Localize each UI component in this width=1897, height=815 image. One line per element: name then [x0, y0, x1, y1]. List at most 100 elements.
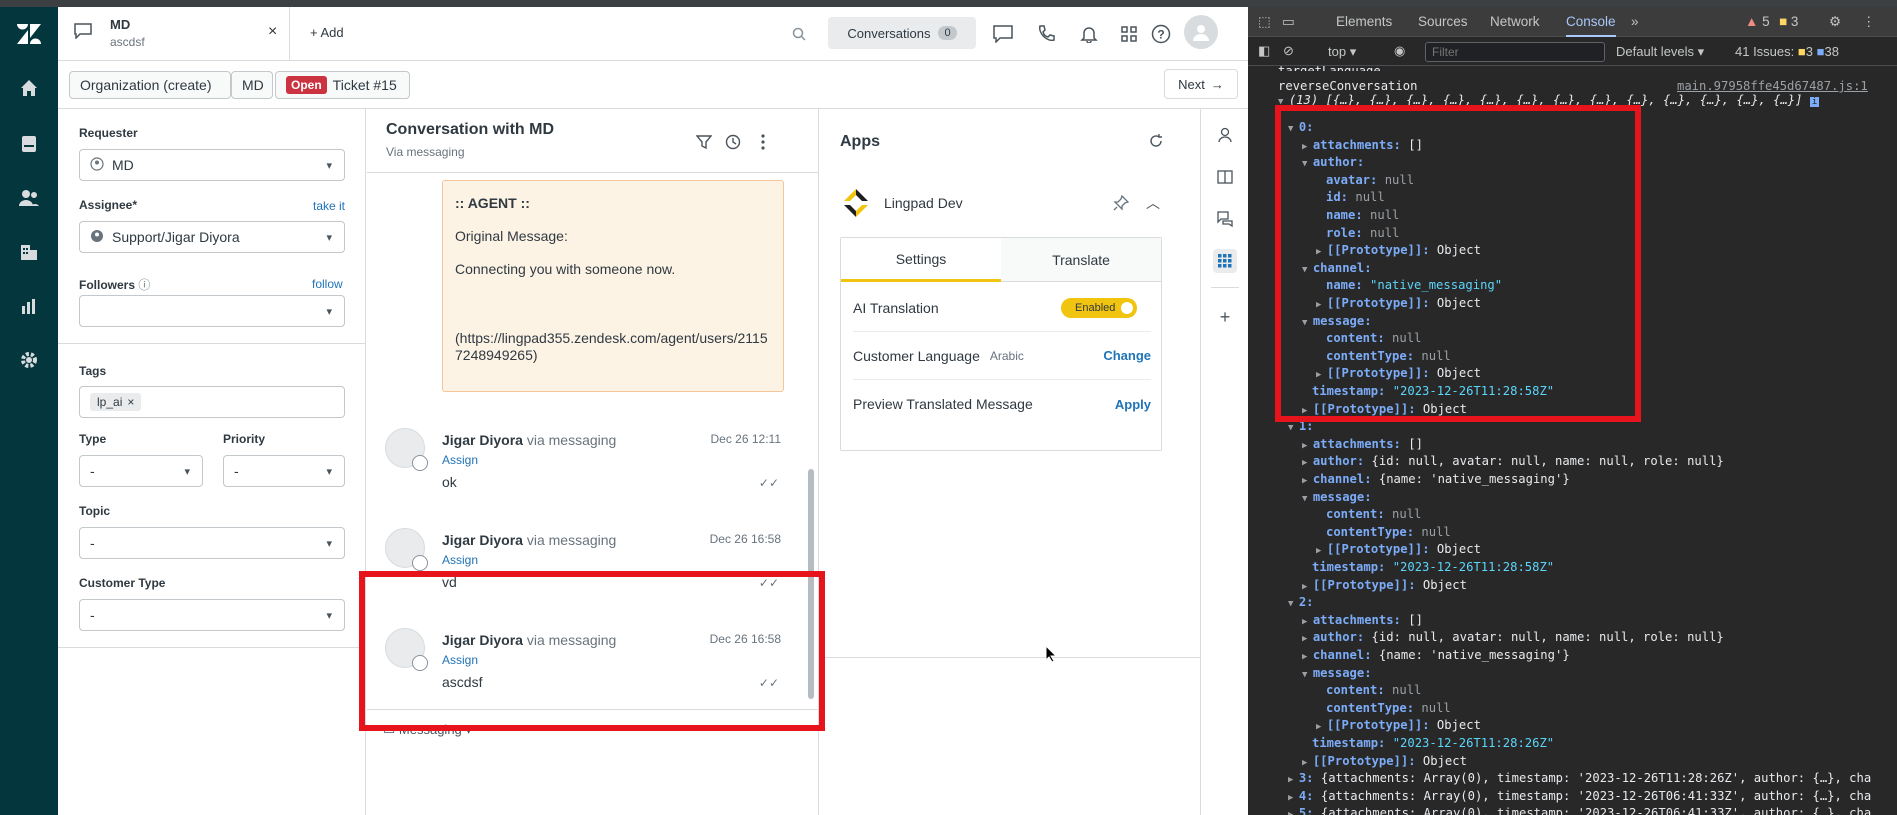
console-tree-line[interactable]: ▶ [[Prototype]]: Object: [1316, 295, 1481, 313]
device-toolbar-icon[interactable]: ▭: [1282, 7, 1295, 37]
knowledge-icon[interactable]: [1213, 165, 1237, 189]
ai-translation-toggle[interactable]: Enabled: [1061, 298, 1137, 318]
more-tabs-icon[interactable]: »: [1631, 7, 1639, 37]
tab-sources[interactable]: Sources: [1418, 7, 1468, 37]
console-filter-input[interactable]: [1425, 42, 1605, 62]
help-icon[interactable]: ?: [1148, 21, 1174, 47]
admin-gear-icon[interactable]: [14, 345, 44, 375]
clear-console-icon[interactable]: ⊘: [1283, 43, 1294, 59]
tab-network[interactable]: Network: [1490, 7, 1540, 37]
remove-tag-icon[interactable]: ×: [127, 395, 134, 409]
change-language-button[interactable]: Change: [1103, 348, 1151, 363]
inspect-icon[interactable]: ⬚: [1258, 7, 1271, 37]
zendesk-logo-icon[interactable]: [14, 19, 44, 49]
warning-count[interactable]: ■ 3: [1779, 7, 1798, 37]
console-tree-line[interactable]: ▶ attachments: []: [1302, 612, 1423, 630]
pin-icon[interactable]: [1113, 194, 1130, 214]
assignee-field[interactable]: Support/Jigar Diyora ▾: [79, 221, 345, 253]
views-icon[interactable]: [14, 129, 44, 159]
console-tree-line[interactable]: ▶ 3: {attachments: Array(0), timestamp: …: [1288, 770, 1871, 788]
console-tree-line[interactable]: ▶ author: {id: null, avatar: null, name:…: [1302, 629, 1724, 647]
apps-grid-icon[interactable]: [1213, 249, 1237, 273]
channel-selector[interactable]: ▭ Messaging ▾: [383, 722, 472, 738]
console-tree-line[interactable]: ▼ 0:: [1288, 119, 1314, 137]
assign-link[interactable]: Assign: [442, 553, 478, 567]
console-tree-line[interactable]: ▼ 1:: [1288, 418, 1314, 436]
console-tree-line[interactable]: ▼ author:: [1302, 154, 1364, 172]
console-tree-line[interactable]: ▶ [[Prototype]]: Object: [1302, 577, 1467, 595]
breadcrumb-user[interactable]: MD: [231, 71, 273, 99]
add-icon[interactable]: +: [1213, 305, 1237, 329]
array-summary[interactable]: ▼ (13) [{…}, {…}, {…}, {…}, {…}, {…}, {……: [1278, 92, 1820, 110]
customer-type-field[interactable]: - ▾: [79, 599, 345, 631]
console-tree-line[interactable]: ▶ [[Prototype]]: Object: [1316, 541, 1481, 559]
console-tree-line[interactable]: ▶ channel: {name: 'native_messaging'}: [1302, 647, 1570, 665]
issues-counter[interactable]: 41 Issues: ■3 ■38: [1735, 44, 1839, 59]
breadcrumb-ticket[interactable]: Open Ticket #15: [275, 71, 410, 99]
home-icon[interactable]: [14, 73, 44, 103]
type-field[interactable]: - ▾: [79, 455, 203, 487]
take-it-link[interactable]: take it: [313, 199, 345, 213]
side-conversations-icon[interactable]: [1213, 207, 1237, 231]
console-tree-line[interactable]: ▼ message:: [1302, 313, 1372, 331]
console-tree-line[interactable]: ▶ 5: {attachments: Array(0), timestamp: …: [1288, 805, 1871, 815]
customer-context-icon[interactable]: [1213, 123, 1237, 147]
assign-link[interactable]: Assign: [442, 653, 478, 667]
collapse-chevron-up-icon[interactable]: ︿: [1146, 193, 1160, 213]
refresh-icon[interactable]: [1148, 133, 1164, 152]
agent-note-link[interactable]: (https://lingpad355.zendesk.com/agent/us…: [455, 330, 773, 364]
more-options-icon[interactable]: ⋮: [1862, 7, 1876, 37]
notifications-bell-icon[interactable]: [1076, 21, 1102, 47]
history-icon[interactable]: [722, 131, 744, 153]
close-tab-icon[interactable]: ×: [268, 23, 277, 41]
breadcrumb-organization[interactable]: Organization (create): [69, 71, 231, 99]
log-levels-dropdown[interactable]: Default levels ▾: [1616, 44, 1704, 60]
console-tree-line[interactable]: ▼ channel:: [1302, 260, 1372, 278]
ticket-tab[interactable]: MD ascdsf ×: [58, 7, 290, 61]
tab-elements[interactable]: Elements: [1336, 7, 1392, 37]
followers-field[interactable]: ▾: [79, 295, 345, 327]
console-tree-line[interactable]: ▶ attachments: []: [1302, 436, 1423, 454]
console-tree-line[interactable]: ▶ [[Prototype]]: Object: [1316, 717, 1481, 735]
console-tree-line[interactable]: ▶ attachments: []: [1302, 137, 1423, 155]
follow-link[interactable]: follow: [312, 277, 343, 291]
next-button[interactable]: Next →: [1164, 69, 1238, 99]
requester-field[interactable]: MD ▾: [79, 149, 345, 181]
console-tree-line[interactable]: ▶ channel: {name: 'native_messaging'}: [1302, 471, 1570, 489]
console-tree-line[interactable]: ▶ [[Prototype]]: Object: [1316, 365, 1481, 383]
conversations-button[interactable]: Conversations 0: [828, 17, 976, 49]
context-selector[interactable]: top ▾: [1328, 44, 1356, 60]
user-avatar-icon[interactable]: [1184, 15, 1218, 49]
console-tree-line[interactable]: ▼ 2:: [1288, 594, 1314, 612]
filter-icon[interactable]: [693, 131, 715, 153]
add-tab-button[interactable]: + Add: [310, 25, 344, 40]
console-tree-line[interactable]: ▶ [[Prototype]]: Object: [1316, 242, 1481, 260]
sidebar-toggle-icon[interactable]: ◧: [1258, 43, 1270, 59]
tab-settings[interactable]: Settings: [841, 238, 1001, 282]
tab-console[interactable]: Console: [1566, 7, 1616, 37]
organizations-icon[interactable]: [14, 237, 44, 267]
priority-field[interactable]: - ▾: [223, 455, 345, 487]
console-tree-line[interactable]: ▶ [[Prototype]]: Object: [1302, 401, 1467, 419]
more-options-icon[interactable]: [752, 131, 774, 153]
apply-button[interactable]: Apply: [1115, 397, 1151, 412]
error-count[interactable]: ▲ 5: [1745, 7, 1770, 37]
customers-icon[interactable]: [14, 183, 44, 213]
settings-gear-icon[interactable]: ⚙: [1829, 7, 1841, 37]
console-tree-line[interactable]: ▼ message:: [1302, 665, 1372, 683]
tags-field[interactable]: lp_ai ×: [79, 386, 345, 418]
search-icon[interactable]: [786, 21, 812, 47]
assign-link[interactable]: Assign: [442, 453, 478, 467]
products-grid-icon[interactable]: [1116, 21, 1142, 47]
live-expression-eye-icon[interactable]: ◉: [1394, 43, 1405, 59]
console-tree-line[interactable]: ▼ message:: [1302, 489, 1372, 507]
console-tree-line[interactable]: ▶ [[Prototype]]: Object: [1302, 753, 1467, 771]
chat-icon[interactable]: [990, 21, 1016, 47]
tag-chip[interactable]: lp_ai ×: [90, 393, 142, 411]
phone-icon[interactable]: [1033, 21, 1059, 47]
console-tree-line[interactable]: ▶ 4: {attachments: Array(0), timestamp: …: [1288, 788, 1871, 806]
reporting-icon[interactable]: [14, 291, 44, 321]
tab-translate[interactable]: Translate: [1001, 238, 1161, 282]
topic-field[interactable]: - ▾: [79, 527, 345, 559]
console-tree-line[interactable]: ▶ author: {id: null, avatar: null, name:…: [1302, 453, 1724, 471]
